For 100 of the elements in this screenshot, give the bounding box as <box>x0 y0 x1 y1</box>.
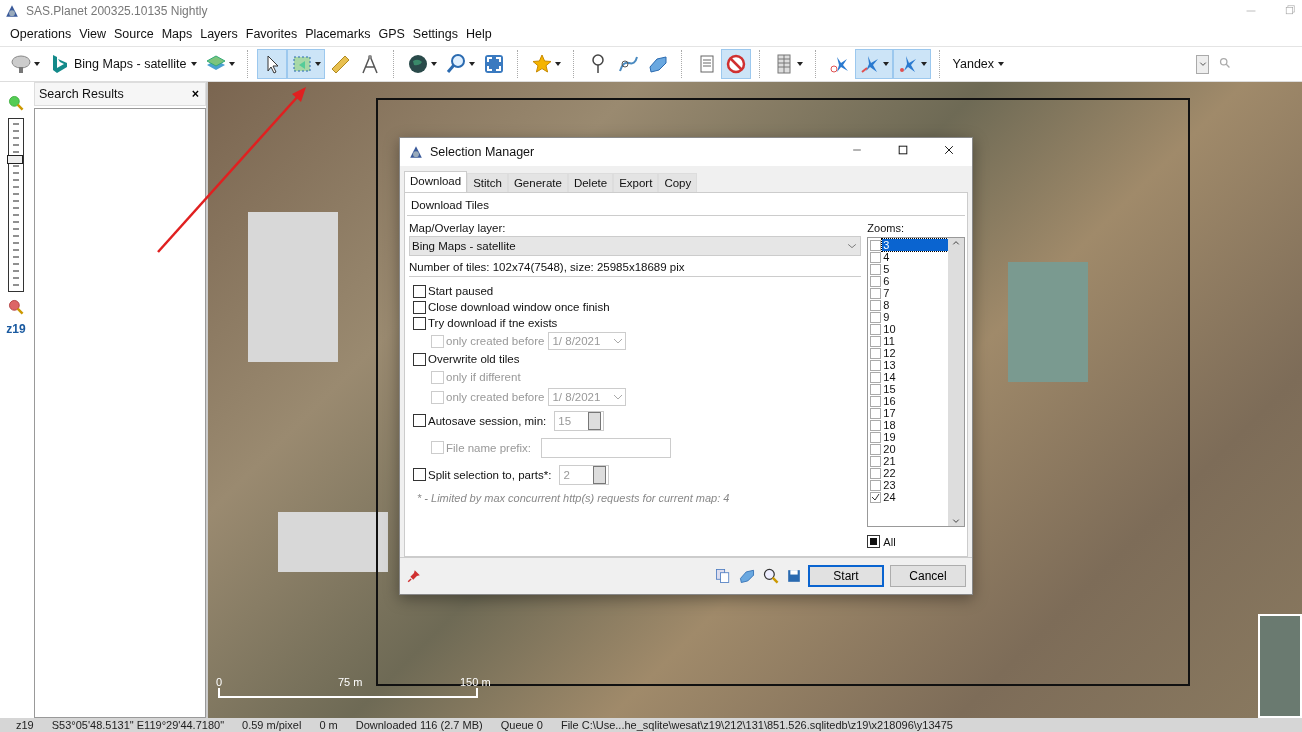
checkbox[interactable] <box>870 455 882 467</box>
list-item[interactable]: 20 <box>882 443 948 455</box>
zoom-in-icon <box>7 94 25 112</box>
checkbox[interactable] <box>870 443 882 455</box>
tab[interactable]: Stitch <box>467 173 508 192</box>
checkbox[interactable] <box>870 491 882 503</box>
checkbox[interactable] <box>870 311 882 323</box>
status-text: Queue 0 <box>500 719 543 731</box>
tab[interactable]: Delete <box>567 173 614 192</box>
list-item[interactable]: 9 <box>882 311 948 323</box>
zoom-slider[interactable] <box>8 118 24 292</box>
gps-device-icon <box>10 53 32 75</box>
tab[interactable]: Copy <box>658 173 698 192</box>
cancel-button[interactable]: Cancel <box>890 565 966 587</box>
tab[interactable]: Export <box>613 173 659 192</box>
toolbar-button[interactable] <box>256 49 287 79</box>
start-button[interactable]: Start <box>808 565 884 587</box>
caret-icon <box>314 62 321 66</box>
checkbox[interactable] <box>870 467 882 479</box>
checkbox[interactable] <box>870 431 882 443</box>
menu-item[interactable]: Source <box>110 27 158 41</box>
checkbox[interactable] <box>870 395 882 407</box>
toolbar-button[interactable] <box>720 49 751 79</box>
close-button[interactable]: × <box>191 87 199 101</box>
menu-item[interactable]: Maps <box>157 27 197 41</box>
checkbox[interactable] <box>870 275 882 287</box>
checkbox[interactable] <box>870 335 882 347</box>
polygon-icon <box>646 53 669 75</box>
list-item[interactable]: 3 <box>882 239 948 251</box>
list-item[interactable]: 7 <box>882 287 948 299</box>
zoom-icon <box>762 567 780 585</box>
list-item[interactable]: 16 <box>882 395 948 407</box>
checkbox[interactable] <box>413 300 426 314</box>
list-item[interactable]: 13 <box>882 359 948 371</box>
checkbox[interactable] <box>870 419 882 431</box>
list-item[interactable]: 15 <box>882 383 948 395</box>
option-label: Overwrite old tiles <box>428 353 520 365</box>
checkbox[interactable] <box>870 479 882 491</box>
checkbox[interactable] <box>870 371 882 383</box>
search-provider-dropdown[interactable]: Yandex <box>948 50 1009 78</box>
map-source-dropdown[interactable]: Bing Maps - satellite <box>44 50 201 78</box>
tab[interactable]: Generate <box>507 173 568 192</box>
caret-icon <box>920 62 927 66</box>
list-item[interactable]: 11 <box>882 335 948 347</box>
list-item[interactable]: 22 <box>882 467 948 479</box>
checkbox[interactable] <box>867 535 881 548</box>
slider-thumb[interactable] <box>7 154 23 164</box>
menu-item[interactable]: Operations <box>6 27 76 41</box>
window-title: SAS.Planet 200325.10135 Nightly <box>26 4 208 18</box>
app-logo-icon <box>4 3 20 19</box>
caret-icon <box>34 62 40 66</box>
toolbar-button[interactable] <box>854 49 893 79</box>
tiles-info: Number of tiles: 102x74(7548), size: 25985x18689 pix <box>409 256 862 277</box>
checkbox[interactable] <box>413 414 426 427</box>
list-item[interactable]: 8 <box>882 299 948 311</box>
caret-icon <box>190 62 197 66</box>
checkbox[interactable] <box>870 251 882 263</box>
list-item[interactable]: 6 <box>882 275 948 287</box>
tab[interactable]: Download <box>404 171 468 192</box>
checkbox[interactable] <box>870 287 882 299</box>
list-item[interactable]: 19 <box>882 431 948 443</box>
pin-icon <box>406 568 422 584</box>
list-item[interactable]: 5 <box>882 263 948 275</box>
list-item[interactable]: 14 <box>882 371 948 383</box>
checkbox[interactable] <box>870 263 882 275</box>
menu-item[interactable]: View <box>75 27 111 41</box>
checkbox[interactable] <box>870 359 882 371</box>
scroll-down-icon <box>951 516 961 526</box>
checkbox[interactable] <box>870 323 882 335</box>
maximize-icon <box>896 143 910 157</box>
app-logo-icon <box>408 144 424 160</box>
checkbox[interactable] <box>413 352 426 366</box>
menu-item[interactable]: GPS <box>374 27 409 41</box>
list-item[interactable]: 4 <box>882 251 948 263</box>
layer-dropdown[interactable]: Bing Maps - satellite <box>409 236 862 256</box>
list-item[interactable]: 12 <box>882 347 948 359</box>
list-item[interactable]: 17 <box>882 407 948 419</box>
checkbox[interactable] <box>870 239 882 251</box>
list-item[interactable]: 23 <box>882 479 948 491</box>
checkbox[interactable] <box>870 347 882 359</box>
dialog-title: Selection Manager <box>430 145 535 159</box>
menu-item[interactable]: Help <box>462 27 496 41</box>
checkbox[interactable] <box>870 407 882 419</box>
list-item[interactable]: 18 <box>882 419 948 431</box>
checkbox[interactable] <box>413 468 426 481</box>
checkbox[interactable] <box>413 284 426 298</box>
text-field[interactable] <box>541 437 671 458</box>
menu-item[interactable]: Layers <box>196 27 242 41</box>
menu-item[interactable]: Favorites <box>241 27 302 41</box>
checkbox[interactable] <box>413 316 426 330</box>
list-item[interactable]: 10 <box>882 323 948 335</box>
field-label: Zooms: <box>867 222 906 234</box>
status-text: File C:\Use...he_sqlite\wesat\z19\212\131\851.526.sqlitedb\z19\x218096\y13475 <box>560 719 953 731</box>
checkbox[interactable] <box>870 383 882 395</box>
menu-item[interactable]: Settings <box>408 27 463 41</box>
list-item[interactable]: 24 <box>882 491 948 503</box>
menu-item[interactable]: Placemarks <box>301 27 375 41</box>
list-item[interactable]: 21 <box>882 455 948 467</box>
close-icon <box>942 143 956 157</box>
checkbox[interactable] <box>870 299 882 311</box>
